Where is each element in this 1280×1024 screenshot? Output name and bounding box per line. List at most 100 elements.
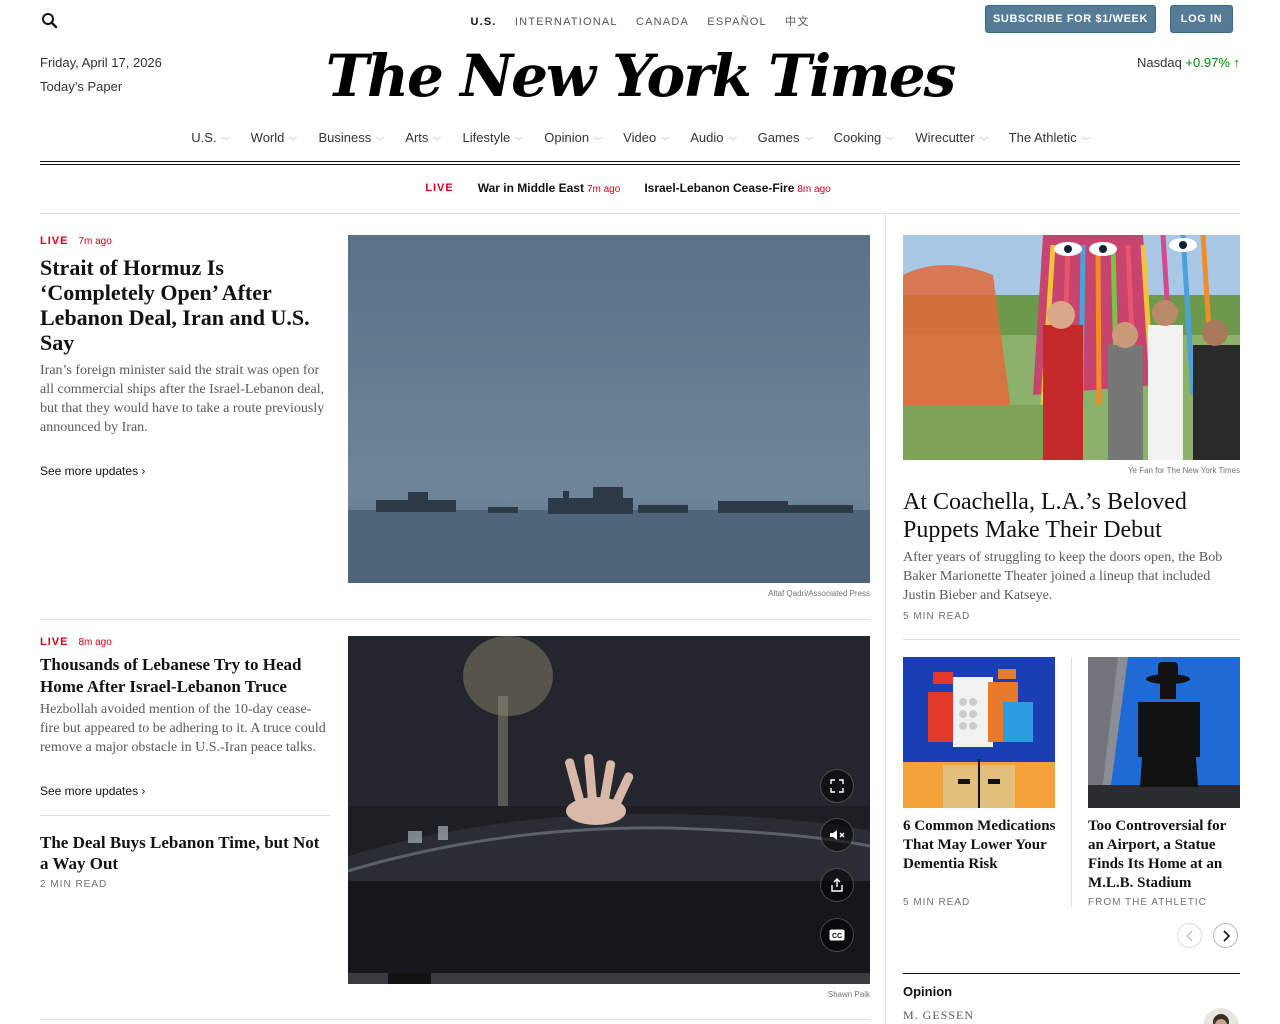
statue-image [1088,657,1240,808]
chevron-down-icon: ⌵ [593,132,603,142]
nav-item-lifestyle[interactable]: Lifestyle ⌵ [463,130,524,145]
masthead-logo[interactable]: The New York Times [0,36,1280,116]
nav-item-the-athletic[interactable]: The Athletic ⌵ [1008,130,1090,145]
expand-icon [830,779,844,793]
nav-label: U.S. [191,130,217,145]
chevron-down-icon: ⌵ [376,132,385,142]
chevron-down-icon: ⌵ [221,132,230,142]
photo-credit: Altaf Qadri/Associated Press [768,589,870,598]
share-button[interactable] [820,868,854,902]
nav-divider [40,164,1240,165]
ships-image [348,235,870,583]
live-label: LIVE [40,235,69,247]
see-more-updates-link[interactable]: See more updates › [40,784,145,798]
ticker-name: Nasdaq [1136,55,1182,70]
story-headline-medications[interactable]: 6 Common Medications That May Lower Your… [903,817,1058,874]
section-nav: U.S. ⌵ World ⌵ Business ⌵ Arts ⌵ Lifestyle ⌵ … [0,130,1280,145]
subscribe-button[interactable]: SUBSCRIBE FOR $1/WEEK [985,5,1156,33]
nav-label: Games [757,130,800,145]
captions-button[interactable]: CC [820,918,854,952]
opinion-author[interactable]: M. GESSEN [903,1008,974,1023]
edition-international[interactable]: INTERNATIONAL [515,16,618,28]
mute-button[interactable] [820,818,854,852]
nav-label: Opinion [544,130,590,145]
share-icon [831,878,843,892]
story-summary: After years of struggling to keep the do… [903,550,1223,603]
read-time: 5 MIN READ [903,611,971,622]
video-frame-image [348,636,870,984]
see-more-updates-link[interactable]: See more updates › [40,464,145,478]
story-kicker: LIVE 8m ago [40,636,112,648]
nav-divider [40,161,1240,162]
live-link-war-middle-east[interactable]: War in Middle East 7m ago [478,181,621,195]
closed-captions-icon: CC [829,929,845,941]
story-headline-hormuz[interactable]: Strait of Hormuz Is ‘Completely Open’ Af… [40,255,330,355]
story-divider [903,639,1240,640]
chevron-down-icon: ⌵ [433,132,442,142]
story-photo-statue[interactable] [1088,657,1240,808]
timestamp: 7m ago [78,236,112,247]
edition-us[interactable]: U.S. [470,16,496,28]
nav-item-arts[interactable]: Arts ⌵ [405,130,442,145]
edition-canada[interactable]: CANADA [636,16,689,28]
chevron-down-icon: ⌵ [728,132,737,142]
nav-label: Cooking [833,130,882,145]
live-link-title: War in Middle East [477,181,584,195]
nav-label: Business [318,130,372,145]
nav-label: The Athletic [1008,130,1077,145]
video-progress-track[interactable] [348,973,870,984]
nav-item-audio[interactable]: Audio ⌵ [690,130,737,145]
story-divider [40,1019,870,1020]
story-photo-ships[interactable] [348,235,870,583]
nav-label: Arts [405,130,429,145]
read-time: 2 MIN READ [40,879,108,890]
chevron-left-icon [1185,929,1193,942]
fullscreen-button[interactable] [820,769,854,803]
chevron-down-icon: ⌵ [660,132,670,142]
author-photo [1213,1014,1229,1024]
ticker-change: +0.97% ↑ [1185,55,1240,70]
nav-item-wirecutter[interactable]: Wirecutter ⌵ [915,130,988,145]
live-link-title: Israel-Lebanon Cease-Fire [644,181,795,195]
story-headline-lebanese-home[interactable]: Thousands of Lebanese Try to Head Home A… [40,654,330,698]
edition-espanol[interactable]: ESPAÑOL [707,16,767,28]
story-headline-coachella[interactable]: At Coachella, L.A.’s Beloved Puppets Mak… [903,488,1240,544]
nav-item-opinion[interactable]: Opinion ⌵ [544,130,603,145]
nav-label: Audio [690,130,724,145]
nav-item-us[interactable]: U.S. ⌵ [191,130,230,145]
login-button[interactable]: LOG IN [1170,5,1233,33]
story-photo-medications[interactable] [903,657,1055,808]
opinion-divider [903,973,1240,974]
medications-illustration [903,657,1055,808]
chevron-down-icon: ⌵ [289,132,298,142]
column-top-rule [903,213,1240,214]
story-photo-coachella[interactable] [903,235,1240,460]
story-video-player[interactable]: CC [348,636,870,984]
nav-item-cooking[interactable]: Cooking ⌵ [833,130,895,145]
chevron-down-icon: ⌵ [514,132,524,142]
nav-item-world[interactable]: World ⌵ [250,130,298,145]
opinion-section-label[interactable]: Opinion [903,984,952,999]
nav-item-video[interactable]: Video ⌵ [623,130,670,145]
nav-label: Wirecutter [915,130,975,145]
chevron-right-icon [1222,929,1230,942]
story-headline-deal-buys-time[interactable]: The Deal Buys Lebanon Time, but Not a Wa… [40,832,330,874]
chevron-down-icon: ⌵ [1081,132,1090,142]
live-link-cease-fire[interactable]: Israel-Lebanon Cease-Fire 8m ago [644,181,830,195]
card-divider [1071,657,1072,907]
timestamp: 8m ago [78,637,112,648]
source-label: FROM THE ATHLETIC [1088,897,1207,908]
edition-chinese[interactable]: 中文 [785,16,809,28]
story-headline-statue[interactable]: Too Controversial for an Airport, a Stat… [1088,817,1243,893]
story-divider [40,815,330,816]
carousel-prev-button[interactable] [1177,923,1202,948]
story-kicker: LIVE 7m ago [40,235,112,247]
nav-item-games[interactable]: Games ⌵ [757,130,813,145]
nav-item-business[interactable]: Business ⌵ [318,130,385,145]
market-ticker[interactable]: Nasdaq +0.97% ↑ [1137,55,1240,70]
carousel-next-button[interactable] [1213,923,1238,948]
video-progress-fill [388,973,431,984]
live-label: LIVE [40,636,69,648]
nav-label: World [250,130,285,145]
svg-text:CC: CC [832,933,842,940]
